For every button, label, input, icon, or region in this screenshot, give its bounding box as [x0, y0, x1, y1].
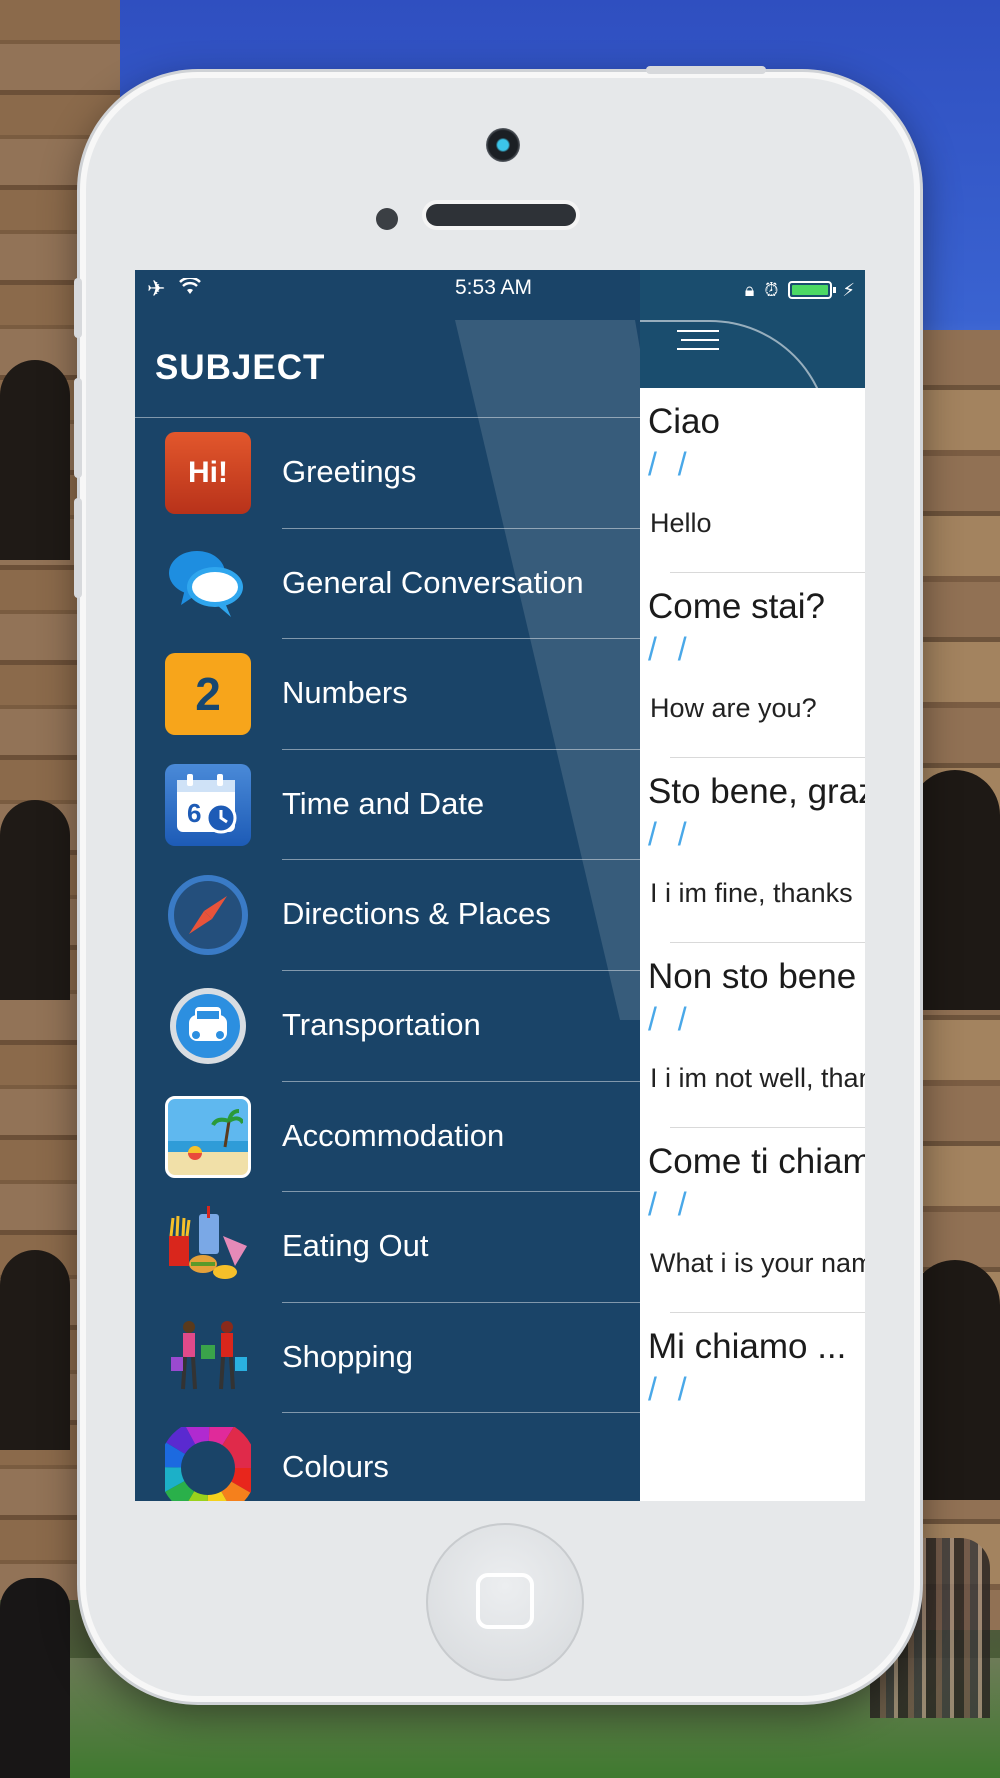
phrase-row[interactable]: Mi chiamo ... / /: [640, 1313, 865, 1498]
menu-item-time-and-date[interactable]: 6 Time and Date: [135, 750, 640, 861]
pronunciation: / /: [648, 816, 693, 852]
charging-icon: ⚡︎: [842, 279, 855, 300]
volume-up-button: [74, 378, 82, 478]
menu-item-general-conversation[interactable]: General Conversation: [135, 529, 640, 640]
airplane-mode-icon: ✈︎: [147, 276, 166, 301]
arch: [0, 1250, 70, 1450]
status-time: 5:53 AM: [455, 276, 533, 299]
phrase-row[interactable]: Ciao / / Hello: [640, 388, 865, 573]
menu-item-numbers[interactable]: 2 Numbers: [135, 639, 640, 750]
power-button: [646, 66, 766, 74]
menu-item-label: General Conversation: [282, 564, 584, 600]
color-wheel-icon: [165, 1427, 251, 1501]
menu-item-eating-out[interactable]: Eating Out: [135, 1192, 640, 1303]
english-translation: Hello: [650, 508, 712, 538]
italian-phrase: Come stai?: [648, 587, 826, 626]
car-icon: [165, 985, 251, 1067]
english-translation: I i im fine, thanks: [650, 878, 853, 908]
calendar-clock-icon: 6: [165, 763, 251, 846]
hi-greeting-icon: Hi!: [165, 432, 251, 514]
menu-item-label: Shopping: [282, 1338, 414, 1374]
subject-list: Hi! Greetings General Conversation 2 Num…: [135, 418, 640, 1501]
menu-item-greetings[interactable]: Hi! Greetings: [135, 418, 640, 529]
subject-menu-drawer: ✈︎ 5:53 AM SUBJECT Hi! Greetings General…: [135, 270, 640, 1501]
menu-item-label: Accommodation: [282, 1117, 505, 1153]
menu-item-label: Colours: [282, 1449, 389, 1485]
menu-item-label: Greetings: [282, 454, 417, 489]
app-screen: 🔒︎ ⏰︎ ⚡︎ Ciao / / Hello Come stai? / / H…: [135, 270, 865, 1501]
pronunciation: / /: [648, 446, 693, 482]
compass-icon: [165, 874, 251, 956]
italian-phrase: Sto bene, grazie: [648, 772, 865, 811]
front-camera-icon: [486, 128, 520, 162]
menu-title: SUBJECT: [155, 348, 326, 387]
italian-phrase: Ciao: [648, 402, 720, 441]
arch: [910, 770, 1000, 1010]
alarm-icon: ⏰︎: [764, 279, 779, 300]
pronunciation: / /: [648, 631, 693, 667]
battery-icon: [788, 281, 837, 299]
hamburger-menu-icon[interactable]: [677, 330, 719, 358]
menu-item-label: Transportation: [282, 1006, 481, 1042]
italian-phrase: Come ti chiami?: [648, 1142, 865, 1181]
menu-item-label: Time and Date: [282, 785, 485, 821]
speech-bubbles-icon: [165, 543, 251, 625]
number-two-icon: 2: [165, 653, 251, 736]
arch: [0, 360, 70, 560]
pronunciation: / /: [648, 1371, 693, 1407]
english-translation: How are you?: [650, 693, 817, 723]
english-translation: What i is your name?: [650, 1248, 865, 1278]
arch: [910, 1260, 1000, 1500]
phrase-content-pane: 🔒︎ ⏰︎ ⚡︎ Ciao / / Hello Come stai? / / H…: [460, 270, 865, 1501]
home-square-icon: [476, 1573, 534, 1629]
wifi-icon: [179, 276, 202, 302]
tourist: [0, 1578, 70, 1778]
menu-item-label: Numbers: [282, 675, 408, 711]
menu-item-label: Directions & Places: [282, 896, 551, 932]
beach-icon: [165, 1095, 251, 1178]
orientation-lock-icon: 🔒︎: [744, 279, 755, 300]
phrase-row[interactable]: Non sto bene / / I i im not well, thanks: [640, 943, 865, 1128]
english-translation: I i im not well, thanks: [650, 1063, 865, 1093]
pronunciation: / /: [648, 1001, 693, 1037]
arch: [0, 800, 70, 1000]
svg-text:6: 6: [187, 798, 201, 828]
phrase-row[interactable]: Sto bene, grazie / / I i im fine, thanks: [640, 758, 865, 943]
menu-item-directions-places[interactable]: Directions & Places: [135, 860, 640, 971]
status-icons-left: ✈︎: [147, 276, 202, 302]
phrase-row[interactable]: Come ti chiami? / / What i is your name?: [640, 1128, 865, 1313]
phrase-list: Ciao / / Hello Come stai? / / How are yo…: [640, 388, 865, 1498]
status-icons-right: 🔒︎ ⏰︎ ⚡︎: [745, 278, 855, 302]
menu-item-shopping[interactable]: Shopping: [135, 1303, 640, 1414]
menu-item-transportation[interactable]: Transportation: [135, 971, 640, 1082]
menu-item-colours[interactable]: Colours: [135, 1413, 640, 1501]
menu-item-accommodation[interactable]: Accommodation: [135, 1082, 640, 1193]
home-button[interactable]: [426, 1523, 584, 1681]
italian-phrase: Non sto bene: [648, 957, 857, 996]
volume-down-button: [74, 498, 82, 598]
proximity-sensor: [376, 208, 398, 230]
menu-item-label: Eating Out: [282, 1228, 429, 1264]
shoppers-icon: [165, 1317, 251, 1399]
pronunciation: / /: [648, 1186, 693, 1222]
italian-phrase: Mi chiamo ...: [648, 1327, 847, 1366]
fast-food-icon: [165, 1206, 251, 1288]
content-nav-bar: 🔒︎ ⏰︎ ⚡︎: [460, 270, 865, 460]
mute-switch: [74, 278, 82, 338]
earpiece-speaker: [426, 204, 576, 226]
phrase-row[interactable]: Come stai? / / How are you?: [640, 573, 865, 758]
